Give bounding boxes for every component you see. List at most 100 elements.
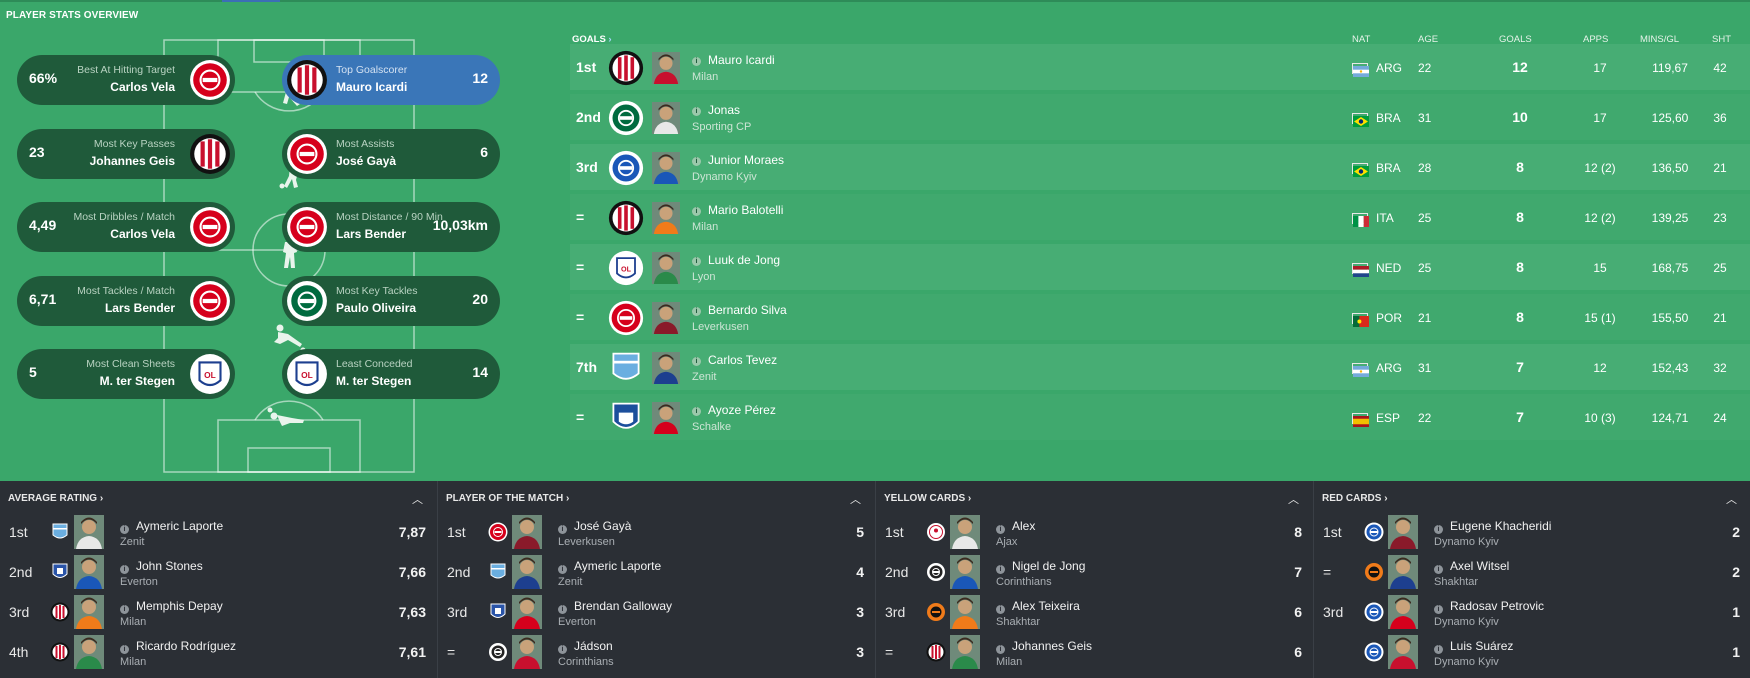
player-name[interactable]: Junior Moraes [708, 153, 784, 167]
info-icon[interactable]: i [692, 107, 701, 116]
info-icon[interactable]: i [996, 525, 1005, 534]
info-icon[interactable]: i [1434, 605, 1443, 614]
panel-title[interactable]: YELLOW CARDS › [884, 493, 971, 504]
player-club[interactable]: Dynamo Kyiv [1434, 536, 1499, 548]
stat-card-least-conceded[interactable]: 14 Least Conceded M. ter Stegen OL [282, 349, 500, 399]
player-club[interactable]: Zenit [120, 536, 144, 548]
player-name[interactable]: Jonas [708, 103, 740, 117]
stat-card-most-key-tackles[interactable]: 20 Most Key Tackles Paulo Oliveira [282, 276, 500, 326]
player-name[interactable]: Brendan Galloway [574, 599, 672, 613]
player-club[interactable]: Ajax [996, 536, 1017, 548]
player-name[interactable]: John Stones [136, 559, 203, 573]
panel-row[interactable]: 1st i Alex Ajax 8 [876, 511, 1314, 551]
panel-row[interactable]: 3rd i Brendan Galloway Everton 3 [438, 591, 876, 631]
panel-row[interactable]: 3rd i Alex Teixeira Shakhtar 6 [876, 591, 1314, 631]
panel-row[interactable]: 2nd i Nigel de Jong Corinthians 7 [876, 551, 1314, 591]
info-icon[interactable]: i [692, 307, 701, 316]
info-icon[interactable]: i [1434, 565, 1443, 574]
panel-row[interactable]: = i Axel Witsel Shakhtar 2 [1314, 551, 1750, 591]
goals-table-row[interactable]: 2nd i Jonas Sporting CP BRA 31 10 17 125… [570, 94, 1750, 142]
collapse-chevron-icon[interactable]: ︿ [1288, 491, 1299, 507]
info-icon[interactable]: i [1434, 645, 1443, 654]
info-icon[interactable]: i [692, 157, 701, 166]
player-club[interactable]: Leverkusen [692, 321, 749, 333]
player-club[interactable]: Everton [120, 576, 158, 588]
player-name[interactable]: Eugene Khacheridi [1450, 519, 1551, 533]
player-club[interactable]: Shakhtar [996, 616, 1040, 628]
player-club[interactable]: Sporting CP [692, 121, 751, 133]
stat-card-most-distance-90-min[interactable]: 10,03km Most Distance / 90 Min Lars Bend… [282, 202, 500, 252]
collapse-chevron-icon[interactable]: ︿ [850, 491, 861, 507]
info-icon[interactable]: i [558, 605, 567, 614]
player-club[interactable]: Milan [692, 221, 718, 233]
player-name[interactable]: Aymeric Laporte [136, 519, 223, 533]
panel-row[interactable]: 3rd i Memphis Depay Milan 7,63 [0, 591, 438, 631]
stat-card-most-assists[interactable]: 6 Most Assists José Gayà [282, 129, 500, 179]
player-name[interactable]: Radosav Petrovic [1450, 599, 1544, 613]
stat-player-name[interactable]: Johannes Geis [90, 154, 175, 168]
info-icon[interactable]: i [692, 57, 701, 66]
player-club[interactable]: Corinthians [996, 576, 1052, 588]
player-name[interactable]: Bernardo Silva [708, 303, 787, 317]
player-club[interactable]: Corinthians [558, 656, 614, 668]
panel-row[interactable]: 2nd i John Stones Everton 7,66 [0, 551, 438, 591]
stat-player-name[interactable]: Lars Bender [105, 301, 175, 315]
player-club[interactable]: Zenit [692, 371, 716, 383]
info-icon[interactable]: i [120, 565, 129, 574]
info-icon[interactable]: i [120, 645, 129, 654]
player-name[interactable]: Memphis Depay [136, 599, 223, 613]
player-name[interactable]: Ricardo Rodríguez [136, 639, 236, 653]
goals-table-row[interactable]: = i Mario Balotelli Milan ITA 25 8 12 (2… [570, 194, 1750, 242]
player-name[interactable]: Johannes Geis [1012, 639, 1092, 653]
panel-row[interactable]: 4th i Ricardo Rodríguez Milan 7,61 [0, 631, 438, 671]
player-club[interactable]: Milan [120, 656, 146, 668]
goals-table-row[interactable]: 3rd i Junior Moraes Dynamo Kyiv BRA 28 8… [570, 144, 1750, 192]
stat-player-name[interactable]: M. ter Stegen [100, 374, 175, 388]
info-icon[interactable]: i [558, 565, 567, 574]
info-icon[interactable]: i [558, 525, 567, 534]
stat-player-name[interactable]: Mauro Icardi [336, 80, 407, 94]
stat-card-most-key-passes[interactable]: 23 Most Key Passes Johannes Geis [17, 129, 235, 179]
panel-row[interactable]: = i Jádson Corinthians 3 [438, 631, 876, 671]
player-name[interactable]: Nigel de Jong [1012, 559, 1085, 573]
collapse-chevron-icon[interactable]: ︿ [412, 491, 423, 507]
player-name[interactable]: José Gayà [574, 519, 631, 533]
stat-player-name[interactable]: José Gayà [336, 154, 396, 168]
goals-table-row[interactable]: = OL i Luuk de Jong Lyon NED 25 8 15 168… [570, 244, 1750, 292]
info-icon[interactable]: i [120, 605, 129, 614]
player-name[interactable]: Alex Teixeira [1012, 599, 1080, 613]
player-name[interactable]: Aymeric Laporte [574, 559, 661, 573]
player-club[interactable]: Lyon [692, 271, 715, 283]
player-name[interactable]: Axel Witsel [1450, 559, 1509, 573]
player-name[interactable]: Carlos Tevez [708, 353, 777, 367]
player-name[interactable]: Mario Balotelli [708, 203, 783, 217]
info-icon[interactable]: i [692, 407, 701, 416]
panel-row[interactable]: 1st i Eugene Khacheridi Dynamo Kyiv 2 [1314, 511, 1750, 551]
panel-row[interactable]: 1st i Aymeric Laporte Zenit 7,87 [0, 511, 438, 551]
info-icon[interactable]: i [692, 207, 701, 216]
stat-player-name[interactable]: M. ter Stegen [336, 374, 411, 388]
player-name[interactable]: Alex [1012, 519, 1035, 533]
player-name[interactable]: Ayoze Pérez [708, 403, 776, 417]
stat-player-name[interactable]: Lars Bender [336, 227, 406, 241]
info-icon[interactable]: i [692, 357, 701, 366]
info-icon[interactable]: i [996, 565, 1005, 574]
panel-row[interactable]: i Luis Suárez Dynamo Kyiv 1 [1314, 631, 1750, 671]
info-icon[interactable]: i [120, 525, 129, 534]
player-club[interactable]: Shakhtar [1434, 576, 1478, 588]
panel-row[interactable]: = i Johannes Geis Milan 6 [876, 631, 1314, 671]
player-club[interactable]: Dynamo Kyiv [692, 171, 757, 183]
stat-card-best-at-hitting-target[interactable]: 66% Best At Hitting Target Carlos Vela [17, 55, 235, 105]
panel-row[interactable]: 1st i José Gayà Leverkusen 5 [438, 511, 876, 551]
stat-card-most-dribbles-match[interactable]: 4,49 Most Dribbles / Match Carlos Vela [17, 202, 235, 252]
info-icon[interactable]: i [996, 645, 1005, 654]
player-club[interactable]: Everton [558, 616, 596, 628]
stat-player-name[interactable]: Carlos Vela [110, 80, 175, 94]
goals-table-row[interactable]: = i Ayoze Pérez Schalke ESP 22 7 10 (3) … [570, 394, 1750, 442]
player-club[interactable]: Schalke [692, 421, 731, 433]
player-name[interactable]: Mauro Icardi [708, 53, 775, 67]
info-icon[interactable]: i [692, 257, 701, 266]
player-club[interactable]: Milan [120, 616, 146, 628]
player-club[interactable]: Milan [996, 656, 1022, 668]
panel-row[interactable]: 3rd i Radosav Petrovic Dynamo Kyiv 1 [1314, 591, 1750, 631]
